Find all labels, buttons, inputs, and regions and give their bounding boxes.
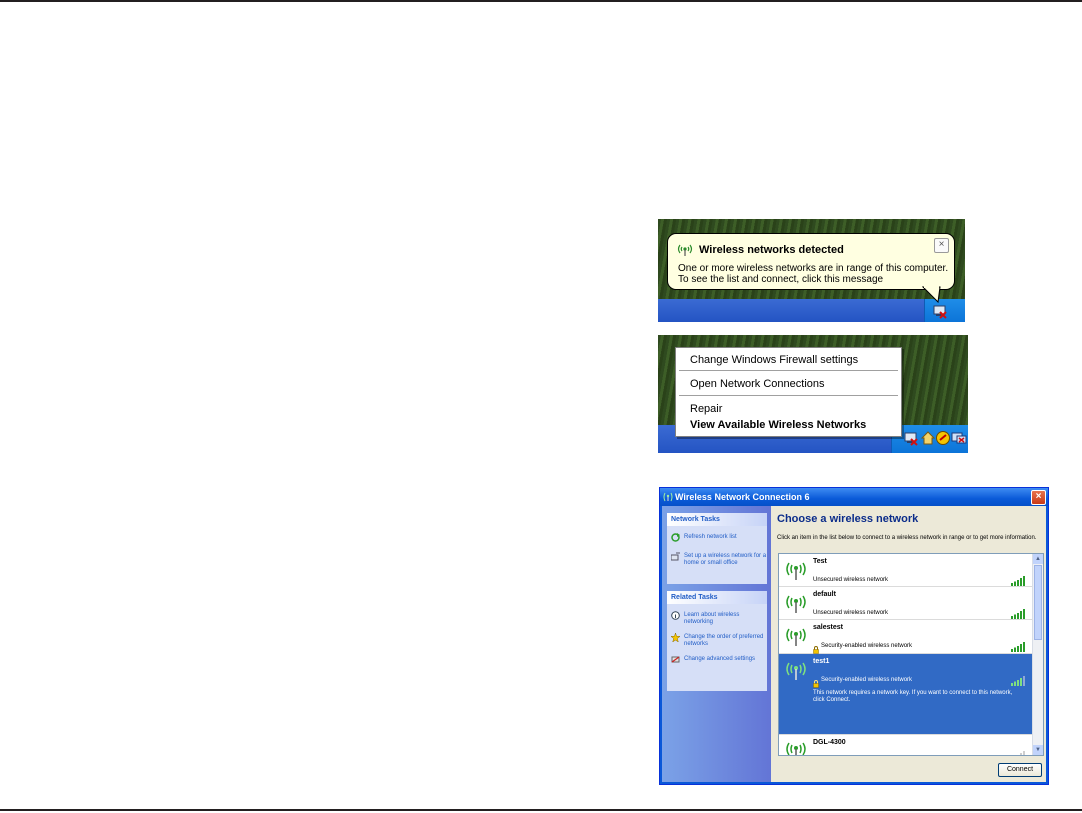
lock-icon: [813, 675, 819, 688]
balloon-message: One or more wireless networks are in ran…: [678, 263, 948, 285]
wireless-antenna-icon: [785, 559, 807, 581]
signal-strength-icon: [1011, 573, 1028, 586]
network-name: default: [813, 591, 836, 598]
setup-network-icon: [670, 552, 680, 561]
top-rule: [0, 0, 1082, 2]
network-name: DGL-4300: [813, 739, 846, 746]
network-tasks-header: Network Tasks: [667, 513, 767, 526]
network-item-test[interactable]: Test Unsecured wireless network: [779, 554, 1032, 587]
balloon-tail: [922, 286, 941, 303]
notification-balloon[interactable]: Wireless networks detected × One or more…: [667, 233, 955, 290]
menu-item-open-network-connections[interactable]: Open Network Connections: [690, 378, 825, 390]
wireless-tray-icon[interactable]: [932, 303, 948, 319]
info-icon: [671, 611, 680, 620]
network-status: Security-enabled wireless network: [821, 643, 913, 649]
wireless-antenna-icon: [785, 592, 807, 614]
network-item-salestest[interactable]: salestest Security-enabled wireless netw…: [779, 620, 1032, 654]
menu-item-firewall-settings[interactable]: Change Windows Firewall settings: [690, 354, 858, 366]
lock-icon: [813, 641, 819, 654]
network-list-scrollbar[interactable]: ▲ ▼: [1032, 554, 1043, 755]
wireless-signal-icon: [663, 492, 673, 502]
settings-icon: [671, 655, 680, 664]
network-list: Test Unsecured wireless network default …: [778, 553, 1044, 756]
menu-separator: [679, 395, 898, 396]
network-status: Unsecured wireless network: [813, 610, 889, 616]
instructions-text: Click an item in the list below to conne…: [777, 535, 1037, 541]
signal-strength-icon: [1011, 673, 1028, 686]
refresh-icon: [671, 533, 680, 542]
connect-button[interactable]: Connect: [998, 763, 1042, 777]
context-menu-screenshot: Change Windows Firewall settings Open Ne…: [658, 335, 968, 453]
page-title: Choose a wireless network: [777, 513, 919, 525]
network-item-test1[interactable]: test1 Security-enabled wireless network …: [779, 654, 1032, 735]
window-title: Wireless Network Connection 6: [675, 492, 810, 502]
network-name: salestest: [813, 624, 843, 631]
network-name: test1: [813, 658, 830, 665]
balloon-line-2: To see the list and connect, click this …: [678, 274, 884, 285]
network-name: Test: [813, 558, 827, 565]
related-tasks-header: Related Tasks: [667, 591, 767, 604]
bottom-rule: [0, 809, 1082, 811]
refresh-network-list-link[interactable]: Refresh network list: [671, 533, 767, 545]
network-item-dgl-4300[interactable]: DGL-4300: [779, 735, 1032, 755]
close-button[interactable]: ×: [1031, 490, 1046, 505]
security-shield-icon[interactable]: [935, 430, 951, 446]
signal-strength-icon: [1011, 606, 1028, 619]
star-icon: [670, 632, 681, 643]
wireless-antenna-icon: [785, 625, 807, 647]
signal-strength-icon: [1011, 639, 1028, 652]
network-key-notice: This network requires a network key. If …: [813, 690, 1013, 703]
related-tasks-box: Related Tasks Learn about wireless netwo…: [667, 591, 767, 691]
menu-separator: [679, 370, 898, 371]
tray-context-menu: Change Windows Firewall settings Open Ne…: [675, 347, 902, 437]
title-bar[interactable]: Wireless Network Connection 6 ×: [660, 488, 1048, 506]
change-advanced-settings-link[interactable]: Change advanced settings: [671, 655, 767, 671]
task-pane: Network Tasks Refresh network list Set u…: [662, 506, 771, 782]
learn-wireless-link[interactable]: Learn about wireless networking: [671, 611, 767, 627]
close-icon[interactable]: ×: [934, 238, 949, 253]
balloon-line-1: One or more wireless networks are in ran…: [678, 263, 949, 274]
network-chooser-pane: Choose a wireless network Click an item …: [771, 506, 1046, 782]
change-network-order-link[interactable]: Change the order of preferred networks: [670, 632, 767, 649]
wireless-signal-icon: [677, 243, 693, 257]
network-item-default[interactable]: default Unsecured wireless network: [779, 587, 1032, 620]
network-computer-icon[interactable]: [951, 430, 967, 446]
taskbar: [658, 299, 965, 322]
wireless-network-window: Wireless Network Connection 6 × Network …: [659, 487, 1049, 785]
wireless-antenna-icon: [785, 659, 807, 681]
balloon-title: Wireless networks detected: [699, 244, 844, 256]
network-status: Security-enabled wireless network: [821, 677, 913, 683]
signal-strength-icon: [1011, 748, 1028, 755]
network-status: Unsecured wireless network: [813, 577, 889, 583]
wireless-tray-icon[interactable]: [903, 430, 919, 446]
balloon-screenshot: Wireless networks detected × One or more…: [658, 219, 965, 322]
menu-item-repair[interactable]: Repair: [690, 403, 722, 415]
setup-wireless-network-link[interactable]: Set up a wireless network for a home or …: [670, 552, 767, 570]
network-tasks-box: Network Tasks Refresh network list Set u…: [667, 513, 767, 584]
home-icon[interactable]: [920, 430, 936, 446]
wireless-antenna-icon: [785, 739, 807, 755]
scroll-down-button[interactable]: ▼: [1033, 745, 1043, 755]
scroll-thumb[interactable]: [1034, 565, 1042, 640]
menu-item-view-wireless-networks[interactable]: View Available Wireless Networks: [690, 419, 866, 431]
scroll-up-button[interactable]: ▲: [1033, 554, 1043, 564]
